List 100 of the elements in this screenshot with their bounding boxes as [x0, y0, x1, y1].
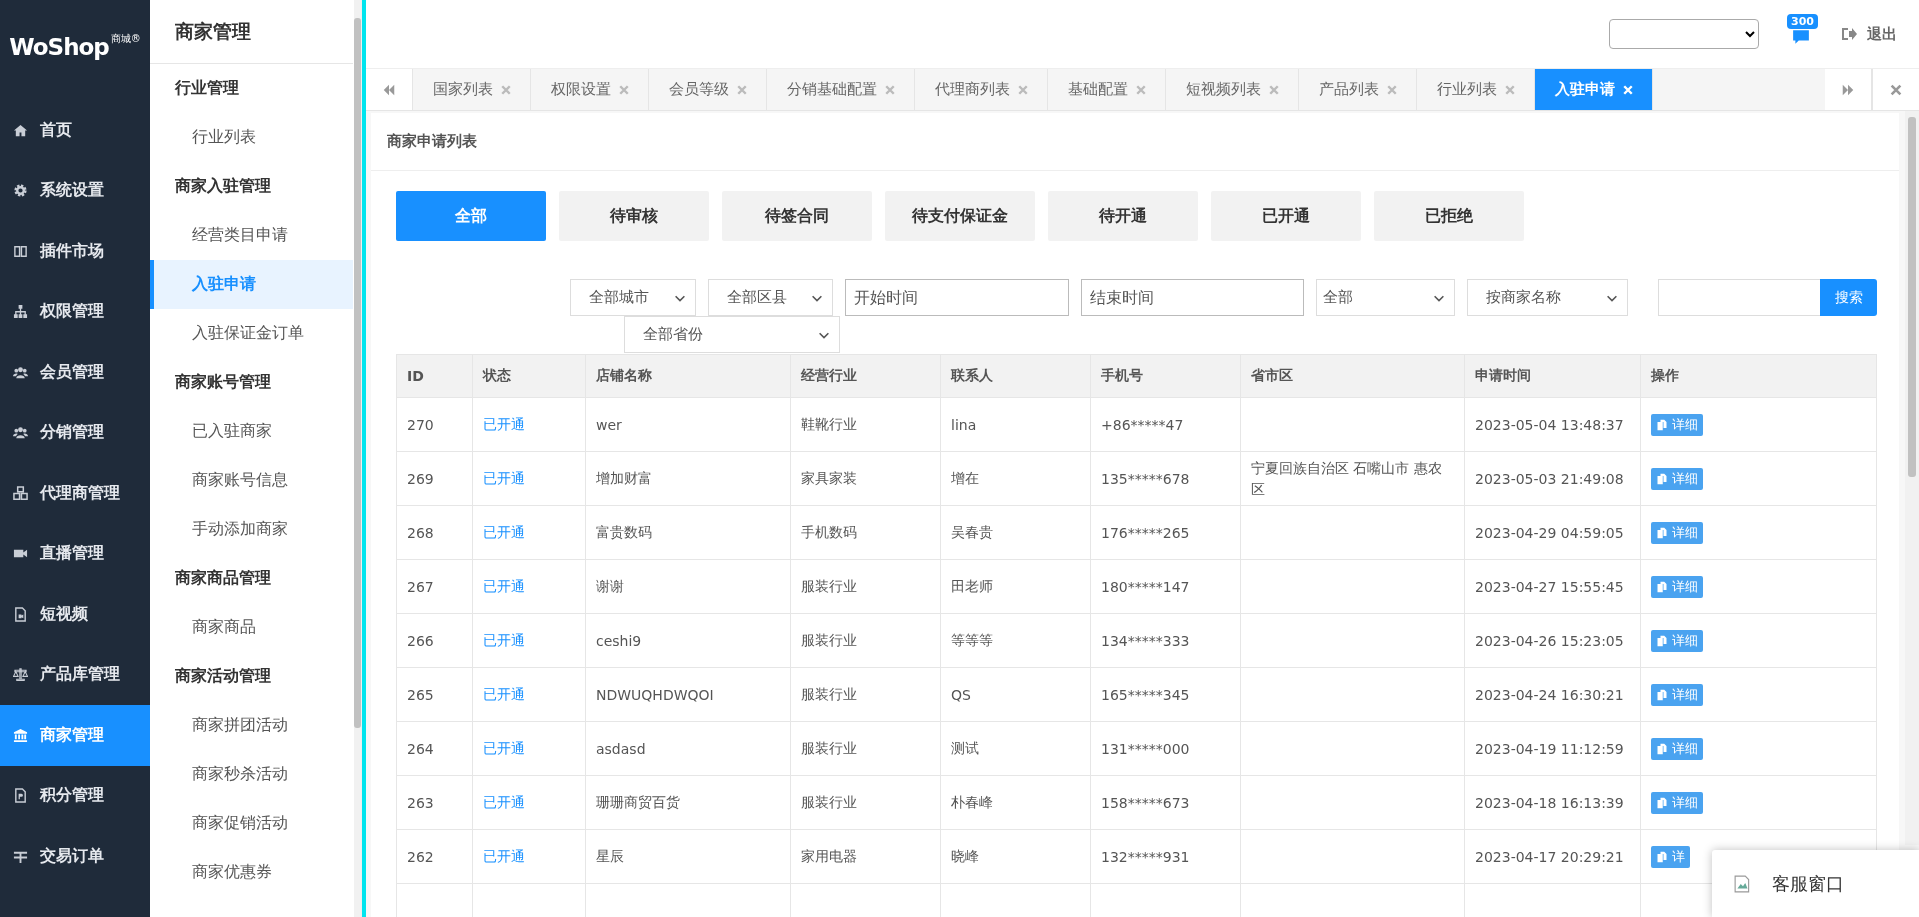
- close-icon: [1386, 83, 1398, 96]
- table-cell: 鞋靴行业: [790, 397, 941, 452]
- table-cell: 267: [396, 559, 473, 614]
- table-cell: asdasd: [585, 721, 791, 776]
- close-icon: [736, 83, 748, 96]
- customer-service-widget[interactable]: 客服窗口: [1712, 850, 1919, 917]
- table-cell: 131*****000: [1090, 721, 1241, 776]
- submenu-item[interactable]: 手动添加商家: [150, 505, 353, 554]
- notification-badge: 300: [1787, 14, 1818, 29]
- status-filter-button[interactable]: 已开通: [1211, 191, 1361, 241]
- nav-item[interactable]: 权限管理: [0, 281, 150, 342]
- hierarchy-icon: [13, 304, 28, 320]
- dropdown[interactable]: 全部城市: [570, 279, 696, 316]
- table-cell: 2023-04-26 15:23:05: [1464, 613, 1641, 668]
- table-cell: 2023-05-04 13:48:37: [1464, 397, 1641, 452]
- table-cell: 180*****147: [1090, 559, 1241, 614]
- copy-icon: [1656, 850, 1668, 863]
- submenu-item[interactable]: 商家商品: [150, 603, 353, 652]
- table-cell: 2023-04-24 16:30:21: [1464, 667, 1641, 722]
- submenu-group-title[interactable]: 商家活动管理: [150, 652, 353, 701]
- table-cell: 158*****673: [1090, 775, 1241, 830]
- table-cell: 2023-04-18 16:13:39: [1464, 775, 1641, 830]
- table-cell: 176*****265: [1090, 505, 1241, 560]
- submenu-group-title[interactable]: 商家入驻管理: [150, 162, 353, 211]
- date-field[interactable]: 开始时间: [845, 279, 1069, 316]
- submenu-item[interactable]: 已入驻商家: [150, 407, 353, 456]
- close-icon: [1135, 83, 1147, 96]
- copy-icon: [1656, 580, 1668, 593]
- submenu-group-title[interactable]: 商家账号管理: [150, 358, 353, 407]
- column-header: 申请时间: [1464, 354, 1641, 398]
- nav-item[interactable]: 分销管理: [0, 402, 150, 463]
- status-filter-button[interactable]: 待签合同: [722, 191, 872, 241]
- date-field[interactable]: 结束时间: [1080, 279, 1304, 316]
- table-cell: 田老师: [940, 559, 1091, 614]
- points-document-icon: [13, 788, 28, 804]
- copy-icon: [1656, 418, 1668, 431]
- cubes-icon: [13, 485, 28, 501]
- status-filter-button[interactable]: 待审核: [559, 191, 709, 241]
- column-header: 操作: [1640, 354, 1877, 398]
- dropdown[interactable]: 全部省份: [624, 316, 840, 353]
- nav-item[interactable]: 代理商管理: [0, 463, 150, 524]
- table-cell: 2023-04-27 15:55:45: [1464, 559, 1641, 614]
- table-cell: 星辰: [585, 829, 791, 884]
- nav-item[interactable]: 短视频: [0, 584, 150, 645]
- status-filter-button[interactable]: 待支付保证金: [885, 191, 1035, 241]
- search-field[interactable]: [1658, 279, 1820, 316]
- table-cell: 服装行业: [790, 613, 941, 668]
- submenu-group-title[interactable]: 商家商品管理: [150, 554, 353, 603]
- submenu-item[interactable]: 经营类目申请: [150, 211, 353, 260]
- users-icon: [13, 425, 28, 441]
- table-cell: 263: [396, 775, 473, 830]
- table-cell: 266: [396, 613, 473, 668]
- table-cell: 268: [396, 505, 473, 560]
- copy-icon: [1656, 688, 1668, 701]
- submenu-item[interactable]: 入驻保证金订单: [150, 309, 353, 358]
- nav-item[interactable]: 产品库管理: [0, 644, 150, 705]
- submenu-item[interactable]: 商家拼团活动: [150, 701, 353, 750]
- nav-item[interactable]: 直播管理: [0, 523, 150, 584]
- submenu-group-title[interactable]: 行业管理: [150, 64, 353, 113]
- logout-button[interactable]: 退出: [1841, 24, 1897, 44]
- nav-item[interactable]: 会员管理: [0, 342, 150, 403]
- dropdown[interactable]: 按商家名称: [1467, 279, 1628, 316]
- table-cell: 增在: [940, 451, 1091, 506]
- copy-icon: [1656, 742, 1668, 755]
- close-icon: [1268, 83, 1280, 96]
- close-icon: [1622, 83, 1634, 96]
- language-select[interactable]: [1609, 19, 1759, 49]
- scrollbar[interactable]: [354, 0, 361, 917]
- status-filter-button[interactable]: 已拒绝: [1374, 191, 1524, 241]
- table-cell: NDWUQHDWQOI: [585, 667, 791, 722]
- table-cell: 家具家装: [790, 451, 941, 506]
- submenu-item[interactable]: 商家促销活动: [150, 799, 353, 848]
- submenu-item[interactable]: 商家秒杀活动: [150, 750, 353, 799]
- status-filter-button[interactable]: 待开通: [1048, 191, 1198, 241]
- table-cell: 134*****333: [1090, 613, 1241, 668]
- column-header: 手机号: [1090, 354, 1241, 398]
- dropdown[interactable]: 全部: [1315, 279, 1456, 316]
- nav-item[interactable]: 系统设置: [0, 160, 150, 221]
- submenu-item[interactable]: 商家账号信息: [150, 456, 353, 505]
- table-cell: 服装行业: [790, 775, 941, 830]
- nav-item[interactable]: 积分管理: [0, 765, 150, 826]
- column-header: 状态: [472, 354, 586, 398]
- submenu-item[interactable]: 商家优惠券: [150, 848, 353, 897]
- nav-item[interactable]: 插件市场: [0, 221, 150, 282]
- nav-item[interactable]: 首页: [0, 100, 150, 161]
- close-icon: [1017, 83, 1029, 96]
- table-cell: 2023-04-29 04:59:05: [1464, 505, 1641, 560]
- logo: WoShop: [9, 34, 109, 60]
- scrollbar[interactable]: [1905, 111, 1919, 845]
- table-cell: 165*****345: [1090, 667, 1241, 722]
- home-icon: [13, 122, 28, 138]
- nav-item[interactable]: 交易订单: [0, 826, 150, 887]
- dropdown[interactable]: 全部区县: [707, 279, 834, 316]
- video-file-icon: [13, 606, 28, 622]
- submenu-item[interactable]: 行业列表: [150, 113, 353, 162]
- bank-icon: [13, 727, 28, 743]
- message-icon: [1791, 28, 1811, 46]
- table-cell: 朴春峰: [940, 775, 1091, 830]
- table-cell: lina: [940, 397, 1091, 452]
- column-header: 联系人: [940, 354, 1091, 398]
